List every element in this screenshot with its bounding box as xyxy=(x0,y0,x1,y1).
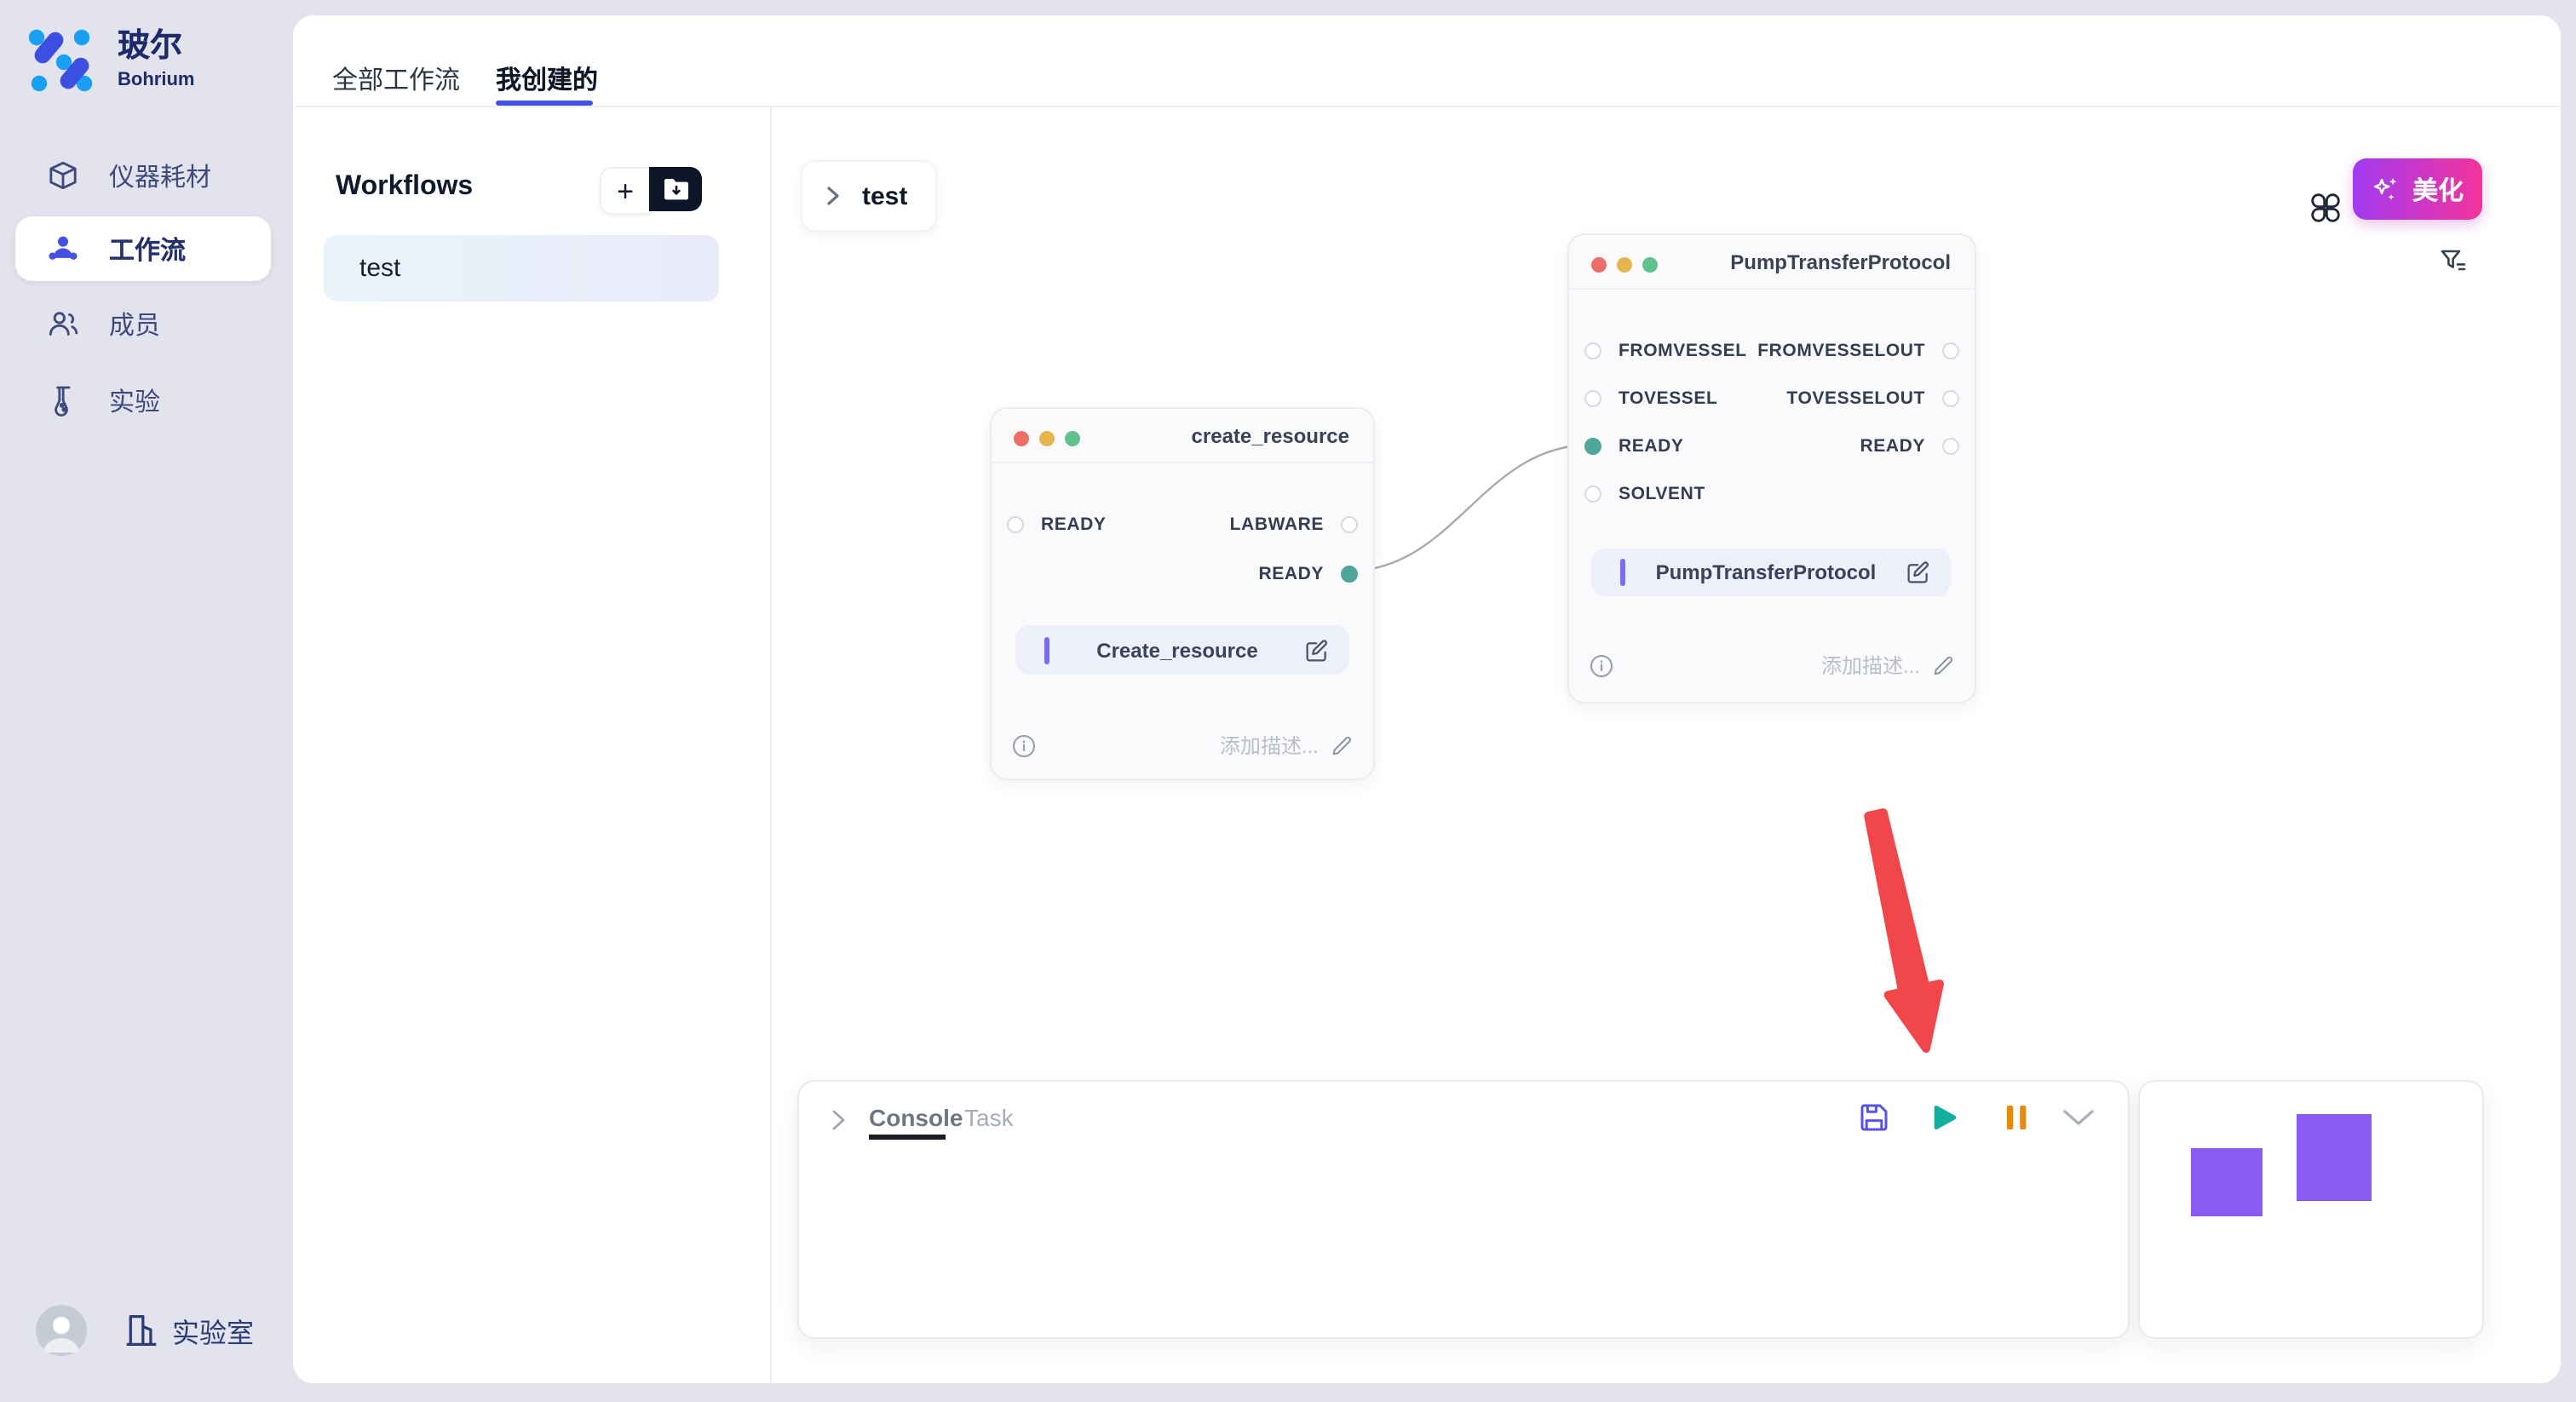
annotation-arrow-red xyxy=(0,0,2576,1402)
app-root: 玻尔 Bohrium 仪器耗材 工作流 xyxy=(0,0,2576,1402)
